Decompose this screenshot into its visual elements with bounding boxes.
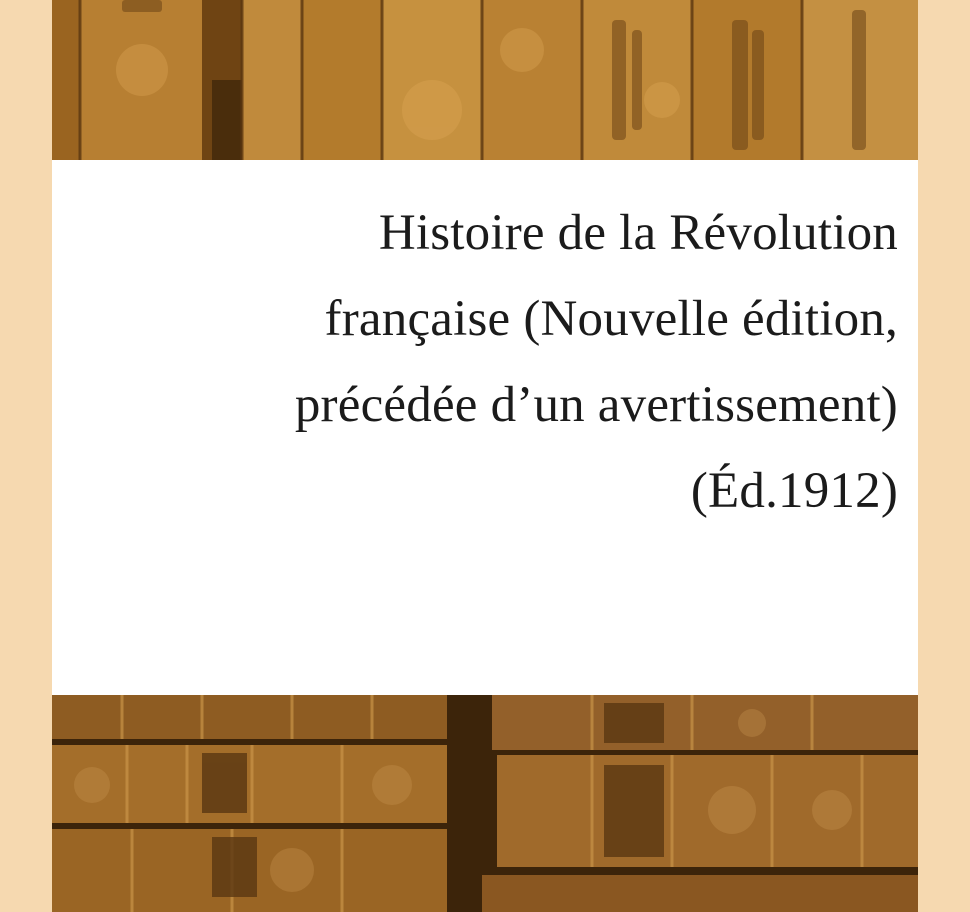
title-line-1: Histoire de la Révolution: [378, 205, 898, 261]
book-title: Histoire de la Révolution française (Nou…: [58, 190, 898, 534]
book-spines-top-illustration: [52, 0, 918, 160]
title-line-4: (Éd.1912): [690, 463, 898, 519]
book-spines-photo-bottom: [52, 695, 918, 912]
title-line-3: précédée d’un avertissement): [294, 377, 898, 433]
title-panel: Histoire de la Révolution française (Nou…: [52, 160, 918, 695]
book-spines-bottom-illustration: [52, 695, 918, 912]
book-spines-photo-top: [52, 0, 918, 160]
book-cover: Histoire de la Révolution française (Nou…: [52, 0, 918, 912]
title-line-2: française (Nouvelle édition,: [324, 291, 898, 347]
